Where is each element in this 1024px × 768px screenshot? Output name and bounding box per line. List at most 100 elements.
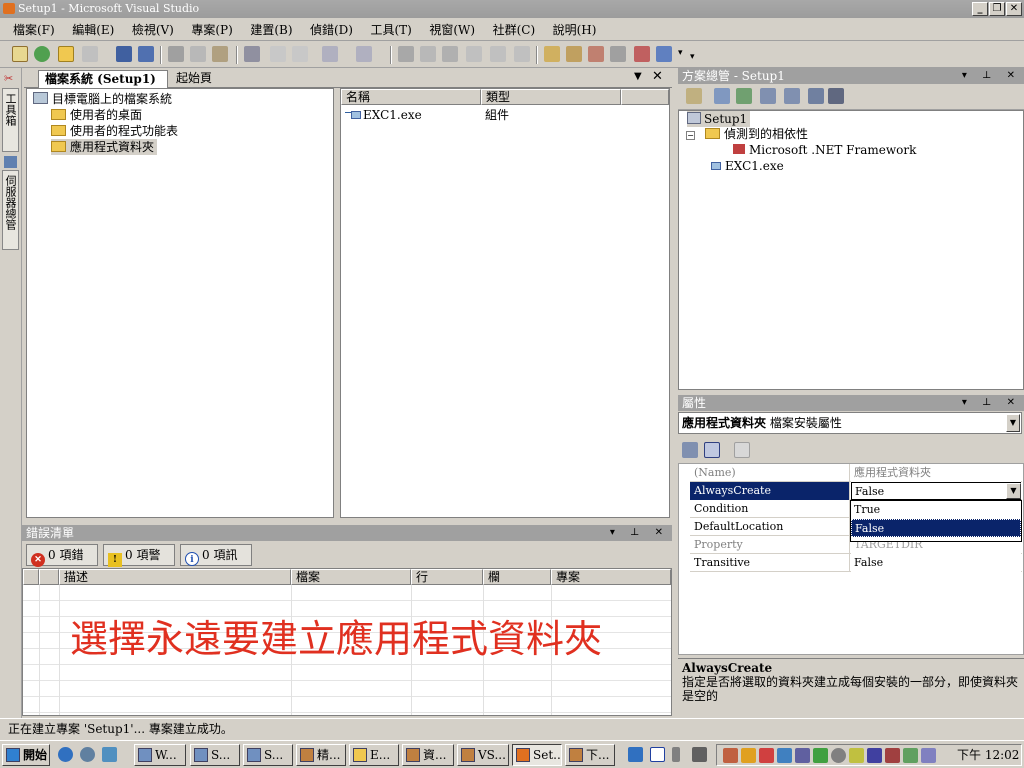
tab-file-system[interactable]: 檔案系統 (Setup1) (38, 70, 168, 88)
column-type[interactable]: 類型 (481, 89, 621, 105)
column-name[interactable]: 名稱 (341, 89, 481, 105)
menu-project[interactable]: 專案(P) (184, 19, 239, 41)
toolbox-tab[interactable]: 工具箱 (2, 88, 19, 152)
step-over-icon[interactable] (490, 46, 506, 62)
ime-icon[interactable] (628, 747, 643, 762)
menu-community[interactable]: 社群(C) (486, 19, 543, 41)
minimize-button[interactable]: _ (972, 2, 988, 16)
categorized-icon[interactable] (682, 442, 698, 458)
new-project-icon[interactable] (12, 46, 28, 62)
messages-filter-button[interactable]: i0 項訊息 (180, 544, 252, 583)
stop-icon[interactable] (442, 46, 458, 62)
chevron-down-icon[interactable]: ▼ (1006, 414, 1020, 432)
add-item-icon[interactable] (82, 46, 98, 62)
tree-item-output[interactable]: EXC1.exe (707, 158, 784, 174)
object-selector[interactable]: 應用程式資料夾 檔案安裝屬性 ▼ (678, 412, 1022, 434)
dropdown-option-true[interactable]: True (851, 501, 1021, 519)
menu-view[interactable]: 檢視(V) (125, 19, 181, 41)
panel-window-buttons[interactable]: ▾ ⊥ ✕ (962, 68, 1021, 84)
collapse-icon[interactable]: − (686, 131, 695, 140)
redo-icon[interactable] (356, 46, 372, 62)
tray-icon[interactable] (777, 748, 792, 763)
open-file-icon[interactable] (58, 46, 74, 62)
tab-start-page[interactable]: 起始頁 (170, 70, 222, 88)
prop-row-transitive[interactable]: Transitive False (690, 554, 1022, 572)
panel-window-buttons[interactable]: ▾ ⊥ ✕ (962, 395, 1021, 411)
copy-icon[interactable] (190, 46, 206, 62)
taskbar-item[interactable]: S... (243, 744, 293, 766)
close-button[interactable]: ✕ (1006, 2, 1022, 16)
server-explorer-tab[interactable]: 伺服器總管 (2, 170, 19, 250)
prop-row-name[interactable]: (Name) 應用程式資料夾 (690, 464, 1022, 482)
column-col[interactable]: 欄 (483, 569, 551, 585)
tree-item-project[interactable]: Setup1 (687, 111, 751, 127)
taskbar-item[interactable]: 資... (402, 744, 454, 766)
tray-icon[interactable] (903, 748, 918, 763)
taskbar-item[interactable]: W... (134, 744, 186, 766)
properties-window-icon[interactable] (588, 46, 604, 62)
panel-window-buttons[interactable]: ▾ ⊥ ✕ (610, 525, 669, 541)
cut-icon[interactable] (168, 46, 184, 62)
chevron-down-icon[interactable]: ▼ (1006, 483, 1021, 499)
comment-icon[interactable] (270, 46, 286, 62)
undo-icon[interactable] (322, 46, 338, 62)
tray-icon[interactable] (885, 748, 900, 763)
tree-item-dotnet[interactable]: Microsoft .NET Framework (729, 142, 916, 158)
step-into-icon[interactable] (466, 46, 482, 62)
taskbar-item[interactable]: 精... (296, 744, 346, 766)
clock[interactable]: 下午 12:02 (957, 747, 1019, 763)
tray-icon[interactable] (813, 748, 828, 763)
tray-icon[interactable] (849, 748, 864, 763)
toolbar-overflow-icon[interactable]: ▾ (678, 48, 683, 58)
pause-icon[interactable] (420, 46, 436, 62)
save-icon[interactable] (116, 46, 132, 62)
column-project[interactable]: 專案 (551, 569, 671, 585)
step-out-icon[interactable] (514, 46, 530, 62)
ime-shape-icon[interactable] (672, 747, 680, 762)
prop-value[interactable]: False (851, 482, 1021, 500)
find-icon[interactable] (244, 46, 260, 62)
start-button[interactable]: 開始 (2, 744, 50, 766)
save-all-icon[interactable] (138, 46, 154, 62)
column-file[interactable]: 檔案 (291, 569, 411, 585)
registry-editor-icon[interactable] (784, 88, 800, 104)
find-in-files-icon[interactable] (544, 46, 560, 62)
tray-icon[interactable] (759, 748, 774, 763)
toolbar-options-icon[interactable]: ▾ (690, 52, 695, 62)
errors-filter-button[interactable]: ✕0 項錯誤 (26, 544, 98, 584)
tray-icon[interactable] (723, 748, 738, 763)
menu-debug[interactable]: 偵錯(D) (303, 19, 360, 41)
solution-explorer-icon[interactable] (566, 46, 582, 62)
other-windows-icon[interactable] (656, 46, 672, 62)
tray-icon[interactable] (741, 748, 756, 763)
tools-icon[interactable] (610, 46, 626, 62)
start-debug-icon[interactable] (398, 46, 414, 62)
tray-icon[interactable] (795, 748, 810, 763)
file-types-editor-icon[interactable] (808, 88, 824, 104)
refresh-icon[interactable] (736, 88, 752, 104)
ime-settings-icon[interactable] (692, 747, 707, 762)
close-document-icon[interactable]: ✕ (652, 69, 663, 84)
ime-mode-icon[interactable] (650, 747, 665, 762)
taskbar-item[interactable]: E... (349, 744, 399, 766)
uncomment-icon[interactable] (292, 46, 308, 62)
new-website-icon[interactable] (34, 46, 50, 62)
menu-tools[interactable]: 工具(T) (364, 19, 419, 41)
toolbox-icon[interactable] (634, 46, 650, 62)
column-line[interactable]: 行 (411, 569, 483, 585)
media-player-icon[interactable] (80, 747, 95, 762)
show-all-files-icon[interactable] (714, 88, 730, 104)
tree-item-programs-menu[interactable]: 使用者的程式功能表 (51, 123, 178, 139)
active-files-icon[interactable]: ▼ (634, 71, 642, 82)
file-system-editor-icon[interactable] (760, 88, 776, 104)
taskbar-item[interactable]: S... (190, 744, 240, 766)
menu-build[interactable]: 建置(B) (243, 19, 299, 41)
properties-icon[interactable] (686, 88, 702, 104)
alphabetical-icon[interactable] (704, 442, 720, 458)
prop-row-alwayscreate[interactable]: AlwaysCreate False ▼ (690, 482, 1022, 500)
property-pages-icon[interactable] (734, 442, 750, 458)
paste-icon[interactable] (212, 46, 228, 62)
taskbar-item[interactable]: VS... (457, 744, 509, 766)
taskbar-item[interactable]: 下... (565, 744, 615, 766)
column-description[interactable]: 描述 (59, 569, 291, 585)
